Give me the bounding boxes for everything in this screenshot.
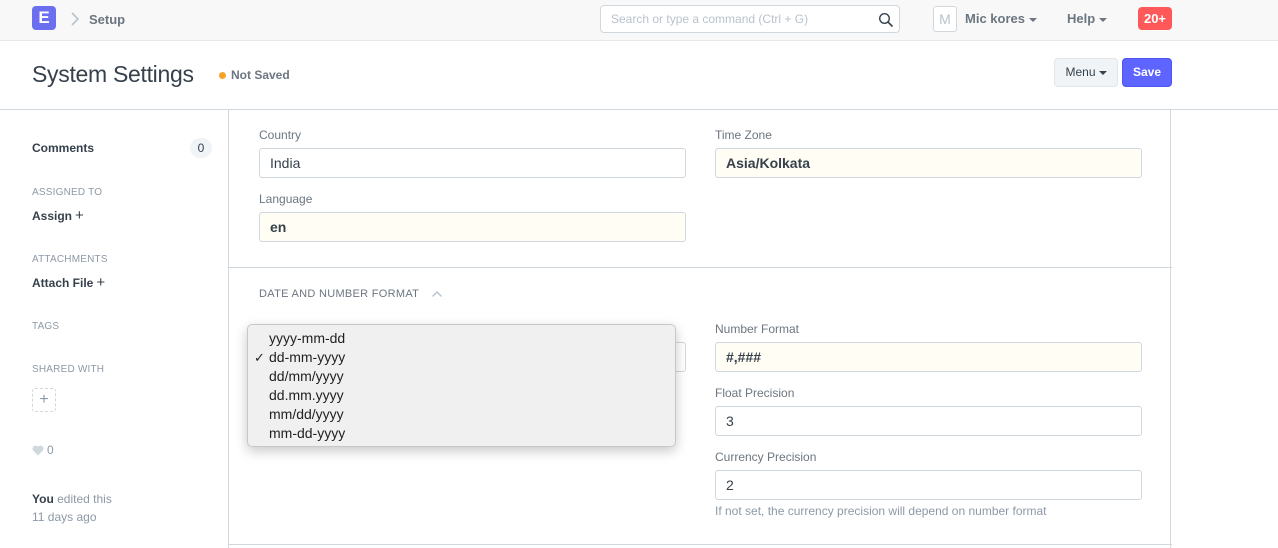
comments-count-badge: 0 (190, 138, 212, 158)
help-label: Help (1067, 11, 1096, 26)
dropdown-option-selected[interactable]: ✓ dd-mm-yyyy (248, 348, 675, 367)
form-sidebar: Comments 0 ASSIGNED TO Assign + ATTACHMEN… (0, 110, 228, 548)
comments-link[interactable]: Comments (32, 141, 94, 155)
language-label: Language (259, 192, 313, 206)
edit-actor: You (32, 492, 54, 506)
menu-label: Menu (1065, 65, 1096, 79)
caret-down-icon (1099, 17, 1108, 22)
section-divider (229, 544, 1172, 545)
currency-precision-field[interactable]: 2 (715, 470, 1142, 500)
search-input[interactable] (601, 6, 861, 32)
edit-info: You edited this 11 days ago (32, 490, 182, 526)
dropdown-option[interactable]: yyyy-mm-dd (248, 329, 675, 348)
section-title[interactable]: DATE AND NUMBER FORMAT (259, 288, 419, 300)
caret-down-icon (1028, 17, 1037, 22)
currency-precision-label: Currency Precision (715, 450, 817, 464)
attach-file-label: Attach File (32, 276, 94, 290)
page-title: System Settings (32, 61, 194, 87)
currency-precision-help: If not set, the currency precision will … (715, 504, 1047, 518)
language-field[interactable]: en (259, 212, 686, 242)
dropdown-option[interactable]: dd.mm.yyyy (248, 386, 675, 405)
caret-down-icon (1098, 70, 1107, 75)
dropdown-option[interactable]: mm-dd-yyyy (248, 424, 675, 443)
share-add-button[interactable]: + (32, 388, 56, 412)
user-menu[interactable]: Mic kores (965, 11, 1037, 26)
assign-label: Assign (32, 209, 73, 223)
attach-file-button[interactable]: Attach File + (32, 274, 105, 291)
timezone-field[interactable]: Asia/Kolkata (715, 148, 1142, 178)
tags-label: TAGS (32, 321, 60, 332)
dropdown-option[interactable]: dd/mm/yyyy (248, 367, 675, 386)
plus-icon: + (75, 207, 84, 224)
status-indicator-icon (219, 72, 226, 79)
date-format-dropdown[interactable]: yyyy-mm-dd ✓ dd-mm-yyyy dd/mm/yyyy dd.mm.… (247, 324, 676, 447)
dropdown-option-label: dd-mm-yyyy (269, 349, 346, 365)
help-menu[interactable]: Help (1067, 11, 1108, 26)
assign-button[interactable]: Assign + (32, 207, 84, 224)
section-divider (229, 267, 1172, 268)
plus-icon: + (96, 274, 106, 291)
page-head: System Settings Not Saved Menu Save (0, 41, 1278, 110)
user-name: Mic kores (965, 11, 1025, 26)
notification-badge[interactable]: 20+ (1138, 7, 1172, 30)
app-logo[interactable]: E (32, 6, 56, 30)
number-format-field[interactable]: #,### (715, 342, 1142, 372)
attachments-label: ATTACHMENTS (32, 254, 108, 265)
number-format-label: Number Format (715, 322, 800, 336)
shared-with-label: SHARED WITH (32, 364, 105, 375)
menu-button[interactable]: Menu (1054, 58, 1118, 87)
float-precision-label: Float Precision (715, 386, 795, 400)
search-bar[interactable] (600, 5, 900, 33)
dropdown-option[interactable]: mm/dd/yyyy (248, 405, 675, 424)
assigned-to-label: ASSIGNED TO (32, 187, 103, 198)
status-text: Not Saved (231, 68, 290, 82)
chevron-right-icon (71, 12, 80, 26)
edit-text: edited this (57, 492, 112, 506)
edit-time: 11 days ago (32, 510, 97, 524)
search-icon[interactable] (878, 12, 894, 28)
save-button[interactable]: Save (1122, 58, 1172, 87)
timezone-label: Time Zone (715, 128, 772, 142)
like-count: 0 (47, 443, 54, 457)
chevron-up-icon[interactable] (431, 290, 443, 298)
country-label: Country (259, 128, 302, 142)
checkmark-icon: ✓ (254, 350, 265, 365)
breadcrumb-setup[interactable]: Setup (89, 12, 125, 27)
country-field[interactable]: India (259, 148, 686, 178)
heart-icon[interactable] (32, 445, 44, 456)
float-precision-field[interactable]: 3 (715, 406, 1142, 436)
avatar[interactable]: M (933, 6, 957, 32)
navbar: E Setup M Mic kores Help 20+ (0, 0, 1278, 41)
